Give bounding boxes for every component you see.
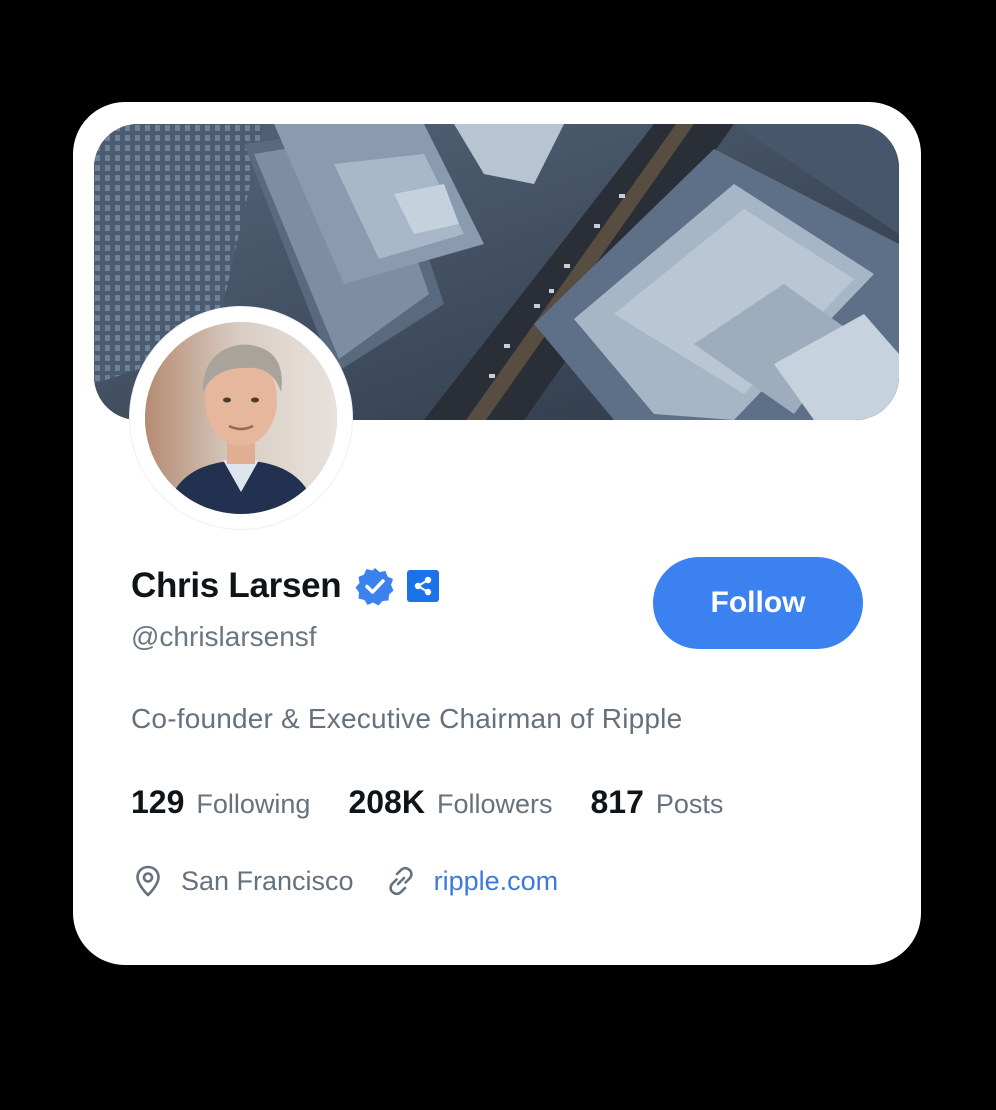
bio-text: Co-founder & Executive Chairman of Rippl… (131, 703, 683, 734)
stat-value: 817 (590, 784, 644, 820)
stat-value: 208K (348, 784, 425, 820)
stat-followers[interactable]: 208K Followers (348, 784, 552, 821)
stat-label: Posts (655, 789, 724, 819)
stat-label: Followers (436, 789, 553, 819)
location: San Francisco (131, 864, 354, 898)
stat-label: Following (196, 789, 311, 819)
location-pin-icon (136, 865, 160, 897)
avatar-ring (130, 307, 352, 529)
website[interactable]: ripple.com (384, 864, 559, 898)
stat-value: 129 (131, 784, 185, 820)
avatar[interactable] (145, 322, 337, 514)
stats-row: 129 Following 208K Followers 817 Posts (131, 784, 761, 821)
location-text: San Francisco (181, 865, 354, 896)
name-row: Chris Larsen (131, 564, 440, 608)
verified-badge-icon (355, 566, 395, 606)
ripple-affiliate-icon[interactable] (407, 570, 440, 602)
user-handle: @chrislarsensf (131, 621, 317, 652)
stat-posts[interactable]: 817 Posts (590, 784, 723, 821)
website-link[interactable]: ripple.com (434, 866, 559, 897)
display-name: Chris Larsen (131, 566, 342, 605)
stat-following[interactable]: 129 Following (131, 784, 310, 821)
follow-button[interactable]: Follow (653, 557, 863, 649)
meta-row: San Francisco ripple.com (131, 864, 588, 898)
link-icon (388, 866, 413, 896)
profile-card: Chris Larsen @chrislarsensf Follow Co-fo… (73, 102, 921, 965)
